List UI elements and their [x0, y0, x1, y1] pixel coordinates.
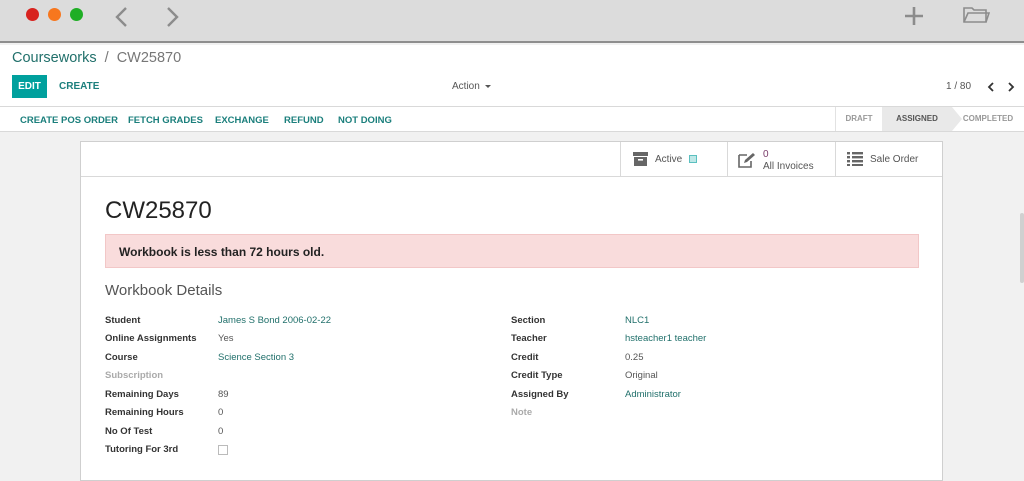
pager-next-chevron-right-icon[interactable]: [1006, 80, 1016, 92]
pager-value[interactable]: 1 / 80: [946, 81, 971, 92]
exchange-button[interactable]: EXCHANGE: [215, 115, 269, 126]
student-value[interactable]: James S Bond 2006-02-22: [218, 315, 331, 326]
course-label: Course: [105, 352, 138, 363]
credit-value: 0.25: [625, 352, 644, 363]
no-of-test-label: No Of Test: [105, 426, 153, 437]
teacher-value[interactable]: hsteacher1 teacher: [625, 333, 706, 344]
sale-order-button[interactable]: Sale Order: [835, 142, 942, 176]
active-toggle-button[interactable]: Active: [620, 142, 727, 176]
section-value[interactable]: NLC1: [625, 315, 649, 326]
breadcrumb: Courseworks / CW25870: [12, 50, 181, 66]
teacher-label: Teacher: [511, 333, 547, 344]
odoo-app: Courseworks / CW25870 EDIT CREATE Action…: [0, 45, 1024, 481]
edit-button[interactable]: EDIT: [12, 75, 47, 98]
forward-chevron-right-icon[interactable]: [162, 6, 182, 28]
assigned-by-value[interactable]: Administrator: [625, 389, 681, 400]
online-assignments-value: Yes: [218, 333, 234, 344]
stage-completed[interactable]: COMPLETED: [952, 107, 1024, 131]
list-icon: [847, 152, 863, 171]
age-warning-alert: Workbook is less than 72 hours old.: [105, 234, 919, 268]
note-label: Note: [511, 407, 533, 418]
all-invoices-button[interactable]: 0 All Invoices: [727, 142, 835, 176]
credit-label: Credit: [511, 352, 539, 363]
fetch-grades-button[interactable]: FETCH GRADES: [128, 115, 203, 126]
action-dropdown[interactable]: Action: [452, 81, 491, 92]
window-close-button[interactable]: [26, 8, 39, 21]
archive-icon: [633, 152, 648, 171]
create-button[interactable]: CREATE: [59, 81, 99, 92]
assigned-by-label: Assigned By: [511, 389, 569, 400]
no-of-test-value: 0: [218, 426, 224, 437]
invoices-label: All Invoices: [763, 161, 814, 172]
section-label: Section: [511, 315, 546, 326]
pencil-square-icon: [738, 152, 756, 173]
smart-button-box: Active 0 All Invoices Sale Order: [81, 142, 942, 177]
page-scrollbar[interactable]: [1020, 213, 1024, 283]
credit-type-value: Original: [625, 370, 658, 381]
record-title: CW25870: [105, 197, 212, 224]
new-tab-plus-icon[interactable]: [903, 5, 925, 27]
breadcrumb-courseworks-link[interactable]: Courseworks: [12, 50, 97, 66]
subscription-label: Subscription: [105, 370, 164, 381]
not-doing-button[interactable]: NOT DOING: [338, 115, 392, 126]
student-label: Student: [105, 315, 141, 326]
action-dropdown-label: Action: [452, 81, 480, 92]
active-label: Active: [655, 154, 683, 165]
window-titlebar: [0, 0, 1024, 43]
caret-down-icon: [484, 84, 491, 88]
form-sheet: Active 0 All Invoices Sale Order CW25870…: [80, 141, 943, 481]
control-panel: Courseworks / CW25870 EDIT CREATE Action…: [0, 45, 1024, 107]
online-assignments-label: Online Assignments: [105, 333, 197, 344]
pager-previous-chevron-left-icon[interactable]: [986, 80, 996, 92]
stage-draft[interactable]: DRAFT: [835, 107, 882, 131]
stage-assigned[interactable]: ASSIGNED: [882, 107, 962, 131]
open-folder-icon[interactable]: [962, 4, 991, 26]
credit-type-label: Credit Type: [511, 370, 563, 381]
breadcrumb-current: CW25870: [116, 50, 182, 66]
sale-order-label: Sale Order: [870, 154, 919, 165]
refund-button[interactable]: REFUND: [284, 115, 324, 126]
remaining-hours-label: Remaining Hours: [105, 407, 184, 418]
section-title: Workbook Details: [105, 282, 223, 299]
back-chevron-left-icon[interactable]: [112, 6, 132, 28]
course-value[interactable]: Science Section 3: [218, 352, 294, 363]
window-minimize-button[interactable]: [48, 8, 61, 21]
create-pos-order-button[interactable]: CREATE POS ORDER: [20, 115, 118, 126]
active-checkbox-icon: [689, 155, 697, 163]
invoices-count: 0: [763, 149, 769, 160]
remaining-hours-value: 0: [218, 407, 224, 418]
remaining-days-value: 89: [218, 389, 229, 400]
window-zoom-button[interactable]: [70, 8, 83, 21]
tutoring-for-3rd-label: Tutoring For 3rd: [105, 444, 179, 455]
form-statusbar: CREATE POS ORDER FETCH GRADES EXCHANGE R…: [0, 107, 1024, 132]
tutoring-for-3rd-checkbox[interactable]: [218, 445, 228, 455]
remaining-days-label: Remaining Days: [105, 389, 179, 400]
breadcrumb-separator: /: [104, 50, 109, 66]
